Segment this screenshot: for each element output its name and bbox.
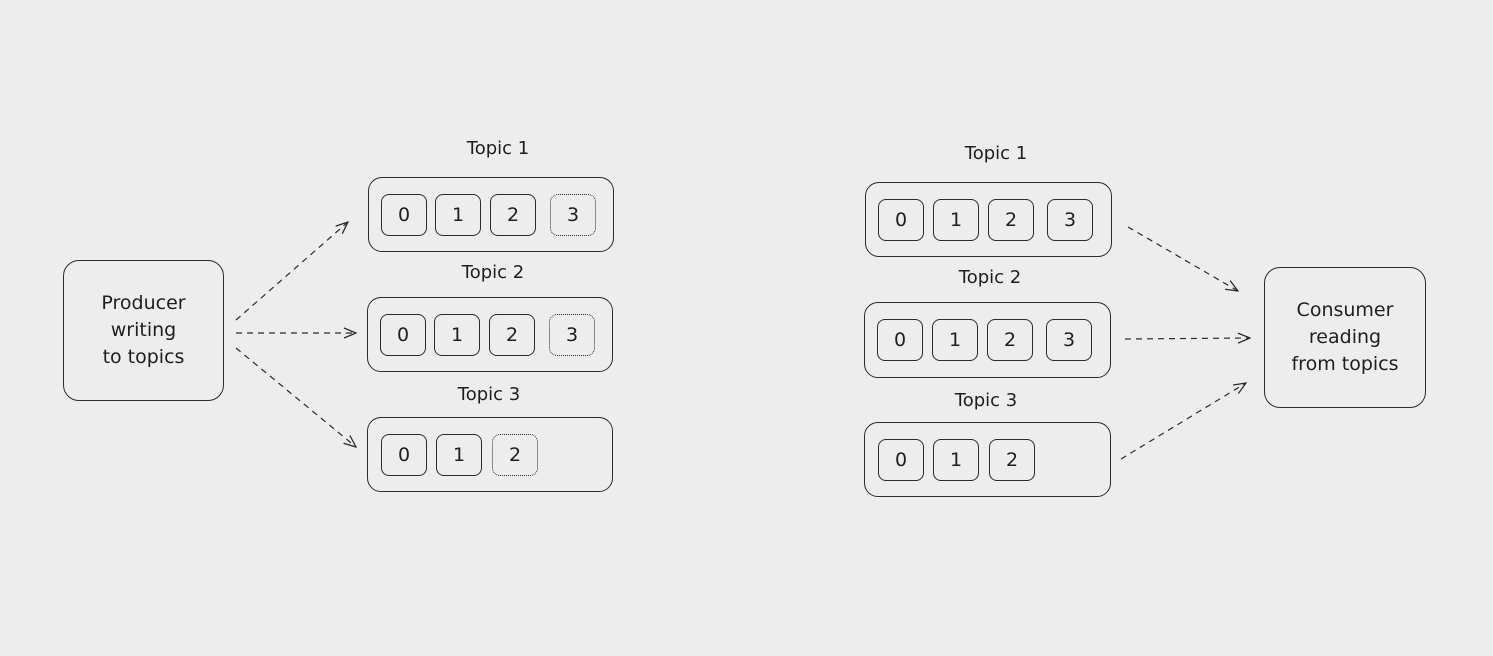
arrow-producer-to-topic-1 xyxy=(235,222,348,321)
partition-cell: 0 xyxy=(878,199,924,241)
partition-cell: 0 xyxy=(381,434,427,476)
producer-node: Producer writing to topics xyxy=(63,260,224,401)
partition-cell: 0 xyxy=(381,194,427,236)
partition-cell: 1 xyxy=(434,314,480,356)
consumer-line-2: reading xyxy=(1308,326,1382,348)
arrow-producer-to-topic-3 xyxy=(235,347,356,447)
pending-partition-cell: 2 xyxy=(492,434,538,476)
partition-cell: 1 xyxy=(932,319,978,361)
producer-topic-3-box: 0 1 2 xyxy=(367,417,613,492)
partition-cell: 2 xyxy=(988,199,1034,241)
partition-cell: 0 xyxy=(380,314,426,356)
consumer-topic-1-title: Topic 1 xyxy=(964,143,1028,164)
producer-topic-2-box: 0 1 2 3 xyxy=(367,297,613,372)
producer-line-1: Producer xyxy=(101,292,186,314)
partition-cell: 2 xyxy=(989,439,1035,481)
producer-line-3: to topics xyxy=(102,346,185,368)
partition-cell: 2 xyxy=(490,194,536,236)
partition-cell: 1 xyxy=(933,199,979,241)
arrow-topic-2-to-consumer xyxy=(1124,338,1250,339)
producer-topic-2-title: Topic 2 xyxy=(461,262,525,283)
partition-cell: 1 xyxy=(435,194,481,236)
partition-cell: 1 xyxy=(933,439,979,481)
pending-partition-cell: 3 xyxy=(549,314,595,356)
consumer-topic-1-box: 0 1 2 3 xyxy=(865,182,1112,257)
partition-cell: 0 xyxy=(878,439,924,481)
diagram-canvas: Producer writing to topics Topic 1 0 1 2… xyxy=(0,0,1493,656)
partition-cell: 0 xyxy=(877,319,923,361)
partition-cell: 3 xyxy=(1047,199,1093,241)
arrow-topic-3-to-consumer xyxy=(1120,383,1246,460)
partition-cell: 3 xyxy=(1046,319,1092,361)
partition-cell: 2 xyxy=(987,319,1033,361)
producer-topic-3-title: Topic 3 xyxy=(457,384,521,405)
consumer-topic-2-title: Topic 2 xyxy=(958,267,1022,288)
consumer-line-1: Consumer xyxy=(1296,299,1394,321)
consumer-line-3: from topics xyxy=(1291,353,1399,375)
partition-cell: 2 xyxy=(489,314,535,356)
producer-topic-1-title: Topic 1 xyxy=(466,138,530,159)
partition-cell: 1 xyxy=(436,434,482,476)
pending-partition-cell: 3 xyxy=(550,194,596,236)
arrow-topic-1-to-consumer xyxy=(1127,226,1238,291)
consumer-topic-3-box: 0 1 2 xyxy=(864,422,1111,497)
consumer-topic-2-box: 0 1 2 3 xyxy=(864,302,1111,378)
consumer-topic-3-title: Topic 3 xyxy=(954,390,1018,411)
consumer-node: Consumer reading from topics xyxy=(1264,267,1426,408)
producer-line-2: writing xyxy=(110,319,177,341)
producer-topic-1-box: 0 1 2 3 xyxy=(368,177,614,252)
